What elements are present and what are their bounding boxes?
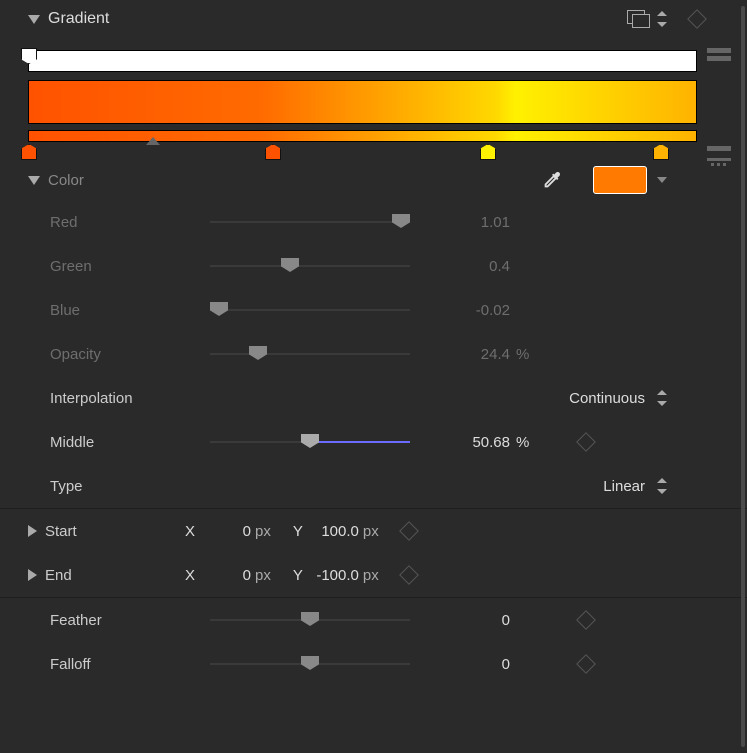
gradient-keyframe-icon[interactable] — [687, 9, 707, 29]
interpolation-label: Interpolation — [50, 390, 210, 407]
preset-library-icon[interactable] — [627, 10, 651, 28]
gradient-header: Gradient — [0, 6, 747, 36]
start-x-value[interactable]: 0 — [201, 523, 251, 540]
type-stepper-icon — [657, 478, 667, 494]
green-label: Green — [50, 258, 210, 275]
red-value[interactable]: 1.01 — [420, 214, 510, 231]
feather-label: Feather — [50, 612, 210, 629]
gradient-inspector-panel: { "header": { "title": "Gradient" }, "gr… — [0, 0, 747, 753]
feather-value[interactable]: 0 — [420, 612, 510, 629]
type-label: Type — [50, 478, 210, 495]
interpolation-stepper-icon — [657, 390, 667, 406]
color-stop[interactable] — [265, 144, 281, 160]
gradient-editor — [0, 50, 747, 160]
green-value[interactable]: 0.4 — [420, 258, 510, 275]
color-gradient-bar[interactable] — [28, 80, 697, 124]
opacity-value[interactable]: 24.4 — [420, 346, 510, 363]
start-keyframe-icon[interactable] — [399, 521, 419, 541]
middle-value[interactable]: 50.68 — [420, 434, 510, 451]
end-x-value[interactable]: 0 — [201, 567, 251, 584]
opacity-slider[interactable] — [210, 344, 410, 364]
green-slider[interactable] — [210, 256, 410, 276]
color-stop[interactable] — [480, 144, 496, 160]
preset-stepper-icon[interactable] — [657, 11, 667, 27]
blue-slider[interactable] — [210, 300, 410, 320]
color-chevron-down-icon[interactable] — [657, 177, 667, 183]
falloff-slider[interactable] — [210, 654, 410, 674]
falloff-keyframe-icon[interactable] — [576, 654, 596, 674]
opacity-label: Opacity — [50, 346, 210, 363]
red-slider[interactable] — [210, 212, 410, 232]
gradient-midpoint-marker[interactable] — [146, 137, 160, 145]
color-swatch[interactable] — [593, 166, 647, 194]
end-row: End X 0 px Y -100.0 px — [0, 553, 747, 597]
color-label: Color — [48, 172, 84, 189]
end-keyframe-icon[interactable] — [399, 565, 419, 585]
color-stops-track — [28, 142, 697, 160]
color-disclosure-icon[interactable] — [28, 176, 40, 185]
green-row: Green 0.4 — [0, 244, 747, 288]
feather-keyframe-icon[interactable] — [576, 610, 596, 630]
color-stop[interactable] — [653, 144, 669, 160]
type-row: Type Linear — [0, 464, 747, 508]
blue-value[interactable]: -0.02 — [420, 302, 510, 319]
start-row: Start X 0 px Y 100.0 px — [0, 509, 747, 553]
falloff-row: Falloff 0 — [0, 642, 747, 686]
end-y-value[interactable]: -100.0 — [309, 567, 359, 584]
distribute-color-stops-icon[interactable] — [707, 146, 731, 166]
interpolation-dropdown[interactable]: Continuous — [569, 390, 667, 407]
color-row: Color — [0, 160, 747, 200]
end-label: End — [45, 567, 185, 584]
color-stop[interactable] — [21, 144, 37, 160]
type-dropdown[interactable]: Linear — [603, 478, 667, 495]
blue-row: Blue -0.02 — [0, 288, 747, 332]
eyedropper-icon[interactable] — [541, 169, 563, 191]
red-row: Red 1.01 — [0, 200, 747, 244]
middle-row: Middle 50.68 % — [0, 420, 747, 464]
middle-slider[interactable] — [210, 432, 410, 452]
gradient-title: Gradient — [48, 10, 109, 28]
opacity-row: Opacity 24.4 % — [0, 332, 747, 376]
gradient-disclosure-icon[interactable] — [28, 15, 40, 24]
combined-gradient-bar — [28, 130, 697, 142]
middle-label: Middle — [50, 434, 210, 451]
end-disclosure-icon[interactable] — [28, 569, 37, 581]
distribute-opacity-stops-icon[interactable] — [707, 48, 731, 68]
feather-row: Feather 0 — [0, 598, 747, 642]
middle-keyframe-icon[interactable] — [576, 432, 596, 452]
interpolation-row: Interpolation Continuous — [0, 376, 747, 420]
start-disclosure-icon[interactable] — [28, 525, 37, 537]
start-label: Start — [45, 523, 185, 540]
falloff-value[interactable]: 0 — [420, 656, 510, 673]
blue-label: Blue — [50, 302, 210, 319]
falloff-label: Falloff — [50, 656, 210, 673]
opacity-gradient-bar[interactable] — [28, 50, 697, 72]
start-y-value[interactable]: 100.0 — [309, 523, 359, 540]
feather-slider[interactable] — [210, 610, 410, 630]
red-label: Red — [50, 214, 210, 231]
opacity-stop[interactable] — [21, 48, 37, 64]
